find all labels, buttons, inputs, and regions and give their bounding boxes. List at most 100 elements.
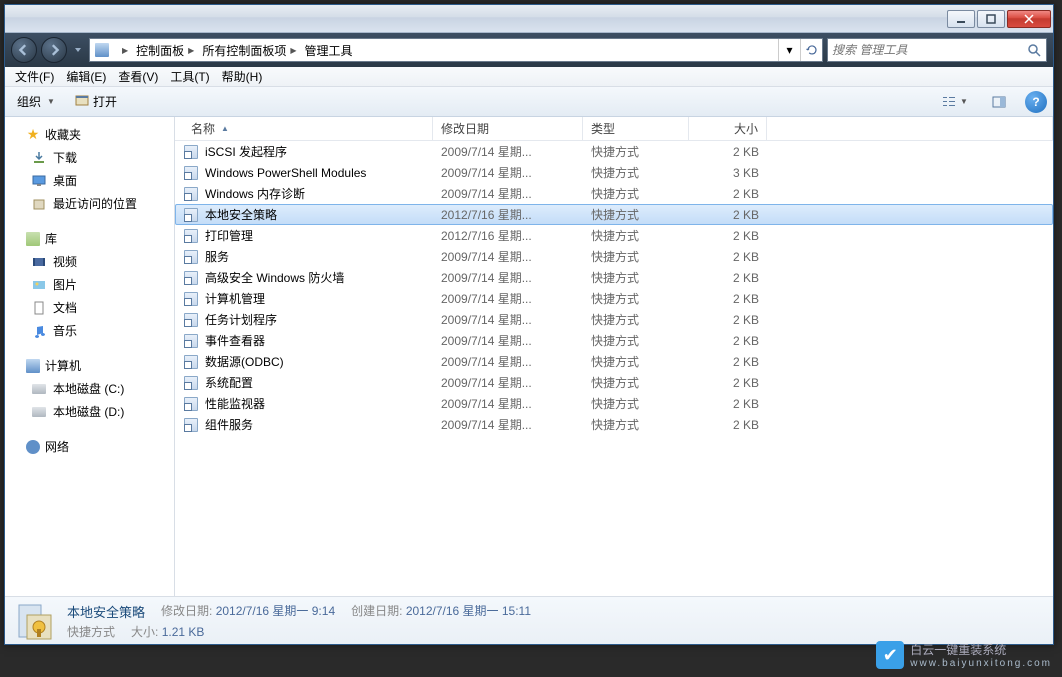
file-row[interactable]: 系统配置2009/7/14 星期...快捷方式2 KB (175, 372, 1053, 393)
help-button[interactable]: ? (1025, 91, 1047, 113)
close-button[interactable] (1007, 10, 1051, 28)
address-dropdown[interactable]: ▾ (778, 39, 800, 61)
file-list[interactable]: iSCSI 发起程序2009/7/14 星期...快捷方式2 KBWindows… (175, 141, 1053, 596)
file-row[interactable]: Windows PowerShell Modules 2009/7/14 星期..… (175, 162, 1053, 183)
file-row[interactable]: 性能监视器2009/7/14 星期...快捷方式2 KB (175, 393, 1053, 414)
breadcrumb-item[interactable]: 控制面板▶ (132, 39, 198, 61)
file-name: Windows PowerShell Modules (205, 166, 366, 180)
file-size: 2 KB (689, 397, 767, 411)
breadcrumb-item[interactable]: 管理工具 (301, 39, 357, 61)
nav-music[interactable]: 音乐 (5, 319, 174, 342)
file-row[interactable]: 组件服务2009/7/14 星期...快捷方式2 KB (175, 414, 1053, 435)
search-box[interactable] (827, 38, 1047, 62)
file-type: 快捷方式 (583, 353, 689, 370)
computer-icon (25, 358, 41, 374)
file-type: 快捷方式 (583, 395, 689, 412)
address-bar[interactable]: ▶ 控制面板▶ 所有控制面板项▶ 管理工具 ▾ (89, 38, 823, 62)
file-date: 2009/7/14 星期... (433, 395, 583, 412)
open-button[interactable]: 打开 (69, 91, 123, 112)
file-name: Windows 内存诊断 (205, 185, 305, 202)
maximize-button[interactable] (977, 10, 1005, 28)
shortcut-icon (183, 270, 199, 286)
menu-tools[interactable]: 工具(T) (164, 68, 215, 85)
col-date[interactable]: 修改日期 (433, 117, 583, 140)
file-row[interactable]: 打印管理2012/7/16 星期...快捷方式2 KB (175, 225, 1053, 246)
menu-help[interactable]: 帮助(H) (216, 68, 269, 85)
search-icon[interactable] (1026, 42, 1042, 58)
content-pane: 名称▲ 修改日期 类型 大小 iSCSI 发起程序2009/7/14 星期...… (175, 117, 1053, 596)
file-row[interactable]: 任务计划程序2009/7/14 星期...快捷方式2 KB (175, 309, 1053, 330)
video-icon (31, 254, 47, 270)
file-name: 打印管理 (205, 227, 253, 244)
menu-edit[interactable]: 编辑(E) (60, 68, 112, 85)
nav-videos[interactable]: 视频 (5, 250, 174, 273)
shortcut-icon (183, 333, 199, 349)
toolbar: 组织▼ 打开 ▼ ? (5, 87, 1053, 117)
file-size: 2 KB (689, 187, 767, 201)
nav-drive-c[interactable]: 本地磁盘 (C:) (5, 377, 174, 400)
file-date: 2012/7/16 星期... (433, 227, 583, 244)
body: ★收藏夹 下载 桌面 最近访问的位置 库 视频 图片 文档 音乐 计算机 本地磁… (5, 117, 1053, 596)
history-dropdown[interactable] (71, 40, 85, 60)
file-date: 2012/7/16 星期... (433, 206, 583, 223)
nav-favorites[interactable]: ★收藏夹 (5, 123, 174, 146)
nav-network[interactable]: 网络 (5, 435, 174, 458)
details-icon (15, 601, 55, 641)
col-name[interactable]: 名称▲ (183, 117, 433, 140)
menu-view[interactable]: 查看(V) (112, 68, 164, 85)
breadcrumb-root[interactable]: ▶ (114, 39, 132, 61)
back-button[interactable] (11, 37, 37, 63)
file-date: 2009/7/14 星期... (433, 164, 583, 181)
shortcut-icon (183, 291, 199, 307)
preview-pane-button[interactable] (981, 91, 1017, 113)
file-name: 事件查看器 (205, 332, 265, 349)
file-row[interactable]: 数据源(ODBC)2009/7/14 星期...快捷方式2 KB (175, 351, 1053, 372)
file-row[interactable]: 高级安全 Windows 防火墙2009/7/14 星期...快捷方式2 KB (175, 267, 1053, 288)
file-row[interactable]: Windows 内存诊断2009/7/14 星期...快捷方式2 KB (175, 183, 1053, 204)
desktop-icon (31, 173, 47, 189)
file-row[interactable]: 本地安全策略2012/7/16 星期...快捷方式2 KB (175, 204, 1053, 225)
nav-recent[interactable]: 最近访问的位置 (5, 192, 174, 215)
view-options-button[interactable]: ▼ (937, 91, 973, 113)
breadcrumb-item[interactable]: 所有控制面板项▶ (198, 39, 300, 61)
file-size: 2 KB (689, 208, 767, 222)
file-name: 系统配置 (205, 374, 253, 391)
download-icon (31, 150, 47, 166)
nav-computer[interactable]: 计算机 (5, 354, 174, 377)
file-size: 3 KB (689, 166, 767, 180)
minimize-button[interactable] (947, 10, 975, 28)
search-input[interactable] (832, 43, 1026, 57)
titlebar[interactable] (5, 5, 1053, 33)
col-type[interactable]: 类型 (583, 117, 689, 140)
nav-tree[interactable]: ★收藏夹 下载 桌面 最近访问的位置 库 视频 图片 文档 音乐 计算机 本地磁… (5, 117, 175, 596)
file-date: 2009/7/14 星期... (433, 416, 583, 433)
col-size[interactable]: 大小 (689, 117, 767, 140)
refresh-button[interactable] (800, 39, 822, 61)
nav-library[interactable]: 库 (5, 227, 174, 250)
file-row[interactable]: iSCSI 发起程序2009/7/14 星期...快捷方式2 KB (175, 141, 1053, 162)
file-row[interactable]: 计算机管理2009/7/14 星期...快捷方式2 KB (175, 288, 1053, 309)
file-date: 2009/7/14 星期... (433, 353, 583, 370)
nav-downloads[interactable]: 下载 (5, 146, 174, 169)
file-size: 2 KB (689, 229, 767, 243)
watermark: ✔ 白云一键重装系统 www.baiyunxitong.com (876, 641, 1052, 669)
file-date: 2009/7/14 星期... (433, 332, 583, 349)
file-row[interactable]: 事件查看器2009/7/14 星期...快捷方式2 KB (175, 330, 1053, 351)
shortcut-icon (183, 207, 199, 223)
nav-documents[interactable]: 文档 (5, 296, 174, 319)
forward-button[interactable] (41, 37, 67, 63)
file-date: 2009/7/14 星期... (433, 374, 583, 391)
file-row[interactable]: 服务2009/7/14 星期...快捷方式2 KB (175, 246, 1053, 267)
menu-file[interactable]: 文件(F) (9, 68, 60, 85)
file-type: 快捷方式 (583, 416, 689, 433)
file-type: 快捷方式 (583, 185, 689, 202)
open-icon (75, 93, 89, 110)
nav-drive-d[interactable]: 本地磁盘 (D:) (5, 400, 174, 423)
watermark-icon: ✔ (876, 641, 904, 669)
col-spacer (767, 117, 1053, 140)
star-icon: ★ (25, 127, 41, 143)
nav-desktop[interactable]: 桌面 (5, 169, 174, 192)
nav-pictures[interactable]: 图片 (5, 273, 174, 296)
organize-button[interactable]: 组织▼ (11, 91, 61, 112)
file-type: 快捷方式 (583, 269, 689, 286)
